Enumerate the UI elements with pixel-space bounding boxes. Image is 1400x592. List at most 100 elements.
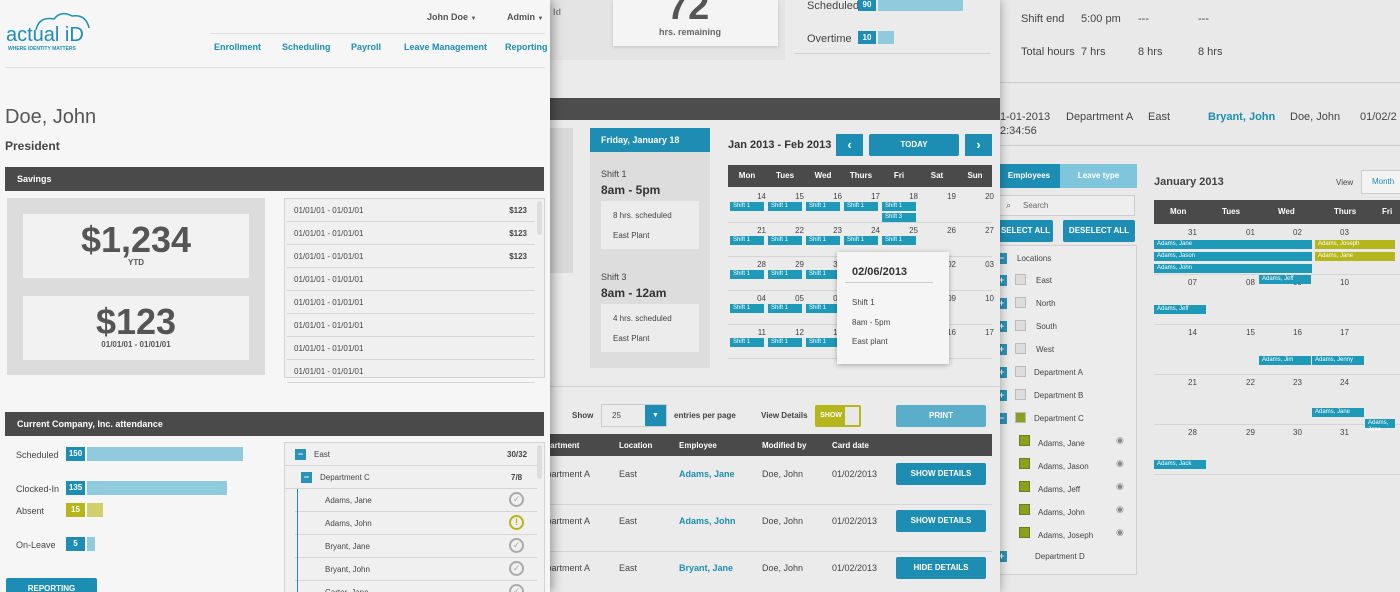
location-row[interactable]: + East (996, 274, 1052, 286)
log-employee-link[interactable]: Bryant, John (1208, 111, 1275, 123)
checkbox[interactable] (1015, 274, 1026, 285)
leave-date[interactable]: 30 (1293, 428, 1302, 437)
table-column-header[interactable]: Card date (832, 441, 869, 450)
row-employee-link[interactable]: Bryant, Jane (679, 563, 733, 573)
eye-icon[interactable]: ◉ (1116, 527, 1124, 538)
checkbox[interactable] (1015, 412, 1026, 423)
calendar-date[interactable]: 20 (970, 192, 994, 201)
leave-date[interactable]: 14 (1188, 328, 1197, 337)
location-row[interactable]: + South (996, 320, 1057, 332)
leave-date[interactable]: 03 (1340, 228, 1349, 237)
shift-chip[interactable]: Shift 1 (806, 236, 840, 245)
calendar-date[interactable]: 21 (742, 226, 766, 235)
shift-chip[interactable]: Shift 1 (768, 338, 802, 347)
person-filter-row[interactable]: Adams, John ◉ (1019, 504, 1134, 518)
tree-person-row[interactable]: Adams, John ! (295, 512, 537, 535)
shift-chip[interactable]: Shift 1 (768, 270, 802, 279)
chevron-down-icon[interactable]: ▼ (645, 405, 666, 426)
leave-date[interactable]: 21 (1188, 378, 1197, 387)
shift-chip[interactable]: Shift 1 (806, 304, 840, 313)
shift-chip[interactable]: Shift 3 (882, 213, 916, 222)
collapse-icon[interactable]: − (301, 472, 312, 483)
leave-date[interactable]: 10 (1340, 278, 1349, 287)
checkbox[interactable] (1015, 389, 1026, 400)
tree-person-row[interactable]: Adams, Jane ✓ (295, 489, 537, 512)
nav-item[interactable]: Reporting (505, 42, 548, 52)
view-select[interactable]: Month (1361, 170, 1400, 194)
shift-chip[interactable]: Shift 1 (806, 338, 840, 347)
calendar-date[interactable]: 24 (856, 226, 880, 235)
leave-event[interactable]: Adams, Jane (1365, 419, 1395, 433)
shift-chip[interactable]: Shift 1 (768, 202, 802, 211)
leave-date[interactable]: 28 (1188, 428, 1197, 437)
checkbox[interactable] (1015, 366, 1026, 377)
leave-date[interactable]: 01 (1246, 228, 1255, 237)
dept-row[interactable]: − Department C (996, 412, 1084, 424)
tree-person-row[interactable]: Carter, Jane ✓ (295, 581, 537, 592)
shift-chip[interactable]: Shift 1 (806, 202, 840, 211)
checkbox[interactable] (1019, 504, 1030, 515)
leave-date[interactable]: 24 (1340, 378, 1349, 387)
calendar-date[interactable]: 27 (970, 226, 994, 235)
table-column-header[interactable]: Department (545, 441, 579, 450)
leave-date[interactable]: 15 (1246, 328, 1255, 337)
reporting-button[interactable]: REPORTING (6, 578, 97, 592)
checkbox[interactable] (1015, 343, 1026, 354)
leave-event[interactable]: Adams, Jeff (1154, 305, 1206, 314)
checkbox[interactable] (1019, 435, 1030, 446)
leave-date[interactable]: 07 (1188, 278, 1197, 287)
calendar-date[interactable]: 26 (932, 226, 956, 235)
calendar-date[interactable]: 17 (856, 192, 880, 201)
calendar-date[interactable]: 22 (780, 226, 804, 235)
shift-chip[interactable]: Shift 1 (844, 202, 878, 211)
eye-icon[interactable]: ◉ (1116, 504, 1124, 515)
calendar-date[interactable]: 16 (818, 192, 842, 201)
tab-employees[interactable]: Employees (998, 164, 1060, 188)
leave-date[interactable]: 29 (1246, 428, 1255, 437)
today-button[interactable]: TODAY (869, 134, 959, 156)
eye-icon[interactable]: ◉ (1116, 458, 1124, 469)
location-row[interactable]: + West (996, 343, 1054, 355)
scrollbar[interactable] (537, 201, 542, 235)
shift-chip[interactable]: Shift 1 (730, 236, 764, 245)
checkbox[interactable] (1019, 527, 1030, 538)
dept-row[interactable]: + Department B (996, 389, 1083, 401)
person-filter-row[interactable]: Adams, Jason ◉ (1019, 458, 1134, 472)
entries-select[interactable]: 25 ▼ (601, 404, 667, 427)
tree-row-east[interactable]: − East 30/32 (285, 443, 537, 466)
location-row[interactable]: + North (996, 297, 1056, 309)
user-menu[interactable]: John Doe ▼ (427, 12, 476, 22)
checkbox[interactable] (1015, 320, 1026, 331)
tree-person-row[interactable]: Bryant, Jane ✓ (295, 535, 537, 558)
leave-date[interactable]: 31 (1340, 428, 1349, 437)
calendar-date[interactable]: 19 (932, 192, 956, 201)
select-all-button[interactable]: SELECT ALL (998, 220, 1053, 242)
leave-date[interactable]: 22 (1246, 378, 1255, 387)
calendar-date[interactable]: 10 (970, 294, 994, 303)
leave-event[interactable]: Adams, Jason (1154, 252, 1312, 261)
dept-row[interactable]: + Department A (996, 366, 1083, 378)
prev-arrow-icon[interactable]: ‹ (836, 134, 863, 156)
leave-event[interactable]: Adams, Jane (1154, 240, 1312, 249)
calendar-date[interactable]: 25 (894, 226, 918, 235)
nav-item[interactable]: Scheduling (282, 42, 331, 52)
details-button[interactable]: SHOW DETAILS (896, 510, 986, 532)
leave-date[interactable]: 16 (1293, 328, 1302, 337)
shift-chip[interactable]: Shift 1 (882, 202, 916, 211)
person-filter-row[interactable]: Adams, Joseph ◉ (1019, 527, 1134, 541)
checkbox[interactable] (1019, 458, 1030, 469)
table-column-header[interactable]: Employee (679, 441, 717, 450)
calendar-date[interactable]: 29 (780, 260, 804, 269)
row-employee-link[interactable]: Adams, John (679, 516, 736, 526)
leave-event[interactable]: Adams, John (1154, 264, 1312, 273)
shift-chip[interactable]: Shift 1 (768, 236, 802, 245)
next-arrow-icon[interactable]: › (965, 134, 992, 156)
leave-event[interactable]: Adams, Jenny (1312, 356, 1364, 365)
role-menu[interactable]: Admin ▼ (507, 12, 543, 22)
person-filter-row[interactable]: Adams, Jeff ◉ (1019, 481, 1134, 495)
person-filter-row[interactable]: Adams, Jane ◉ (1019, 435, 1134, 449)
leave-event[interactable]: Adams, Jeff (1259, 275, 1311, 284)
eye-icon[interactable]: ◉ (1116, 435, 1124, 446)
leave-date[interactable]: 23 (1293, 378, 1302, 387)
checkbox[interactable] (1019, 481, 1030, 492)
